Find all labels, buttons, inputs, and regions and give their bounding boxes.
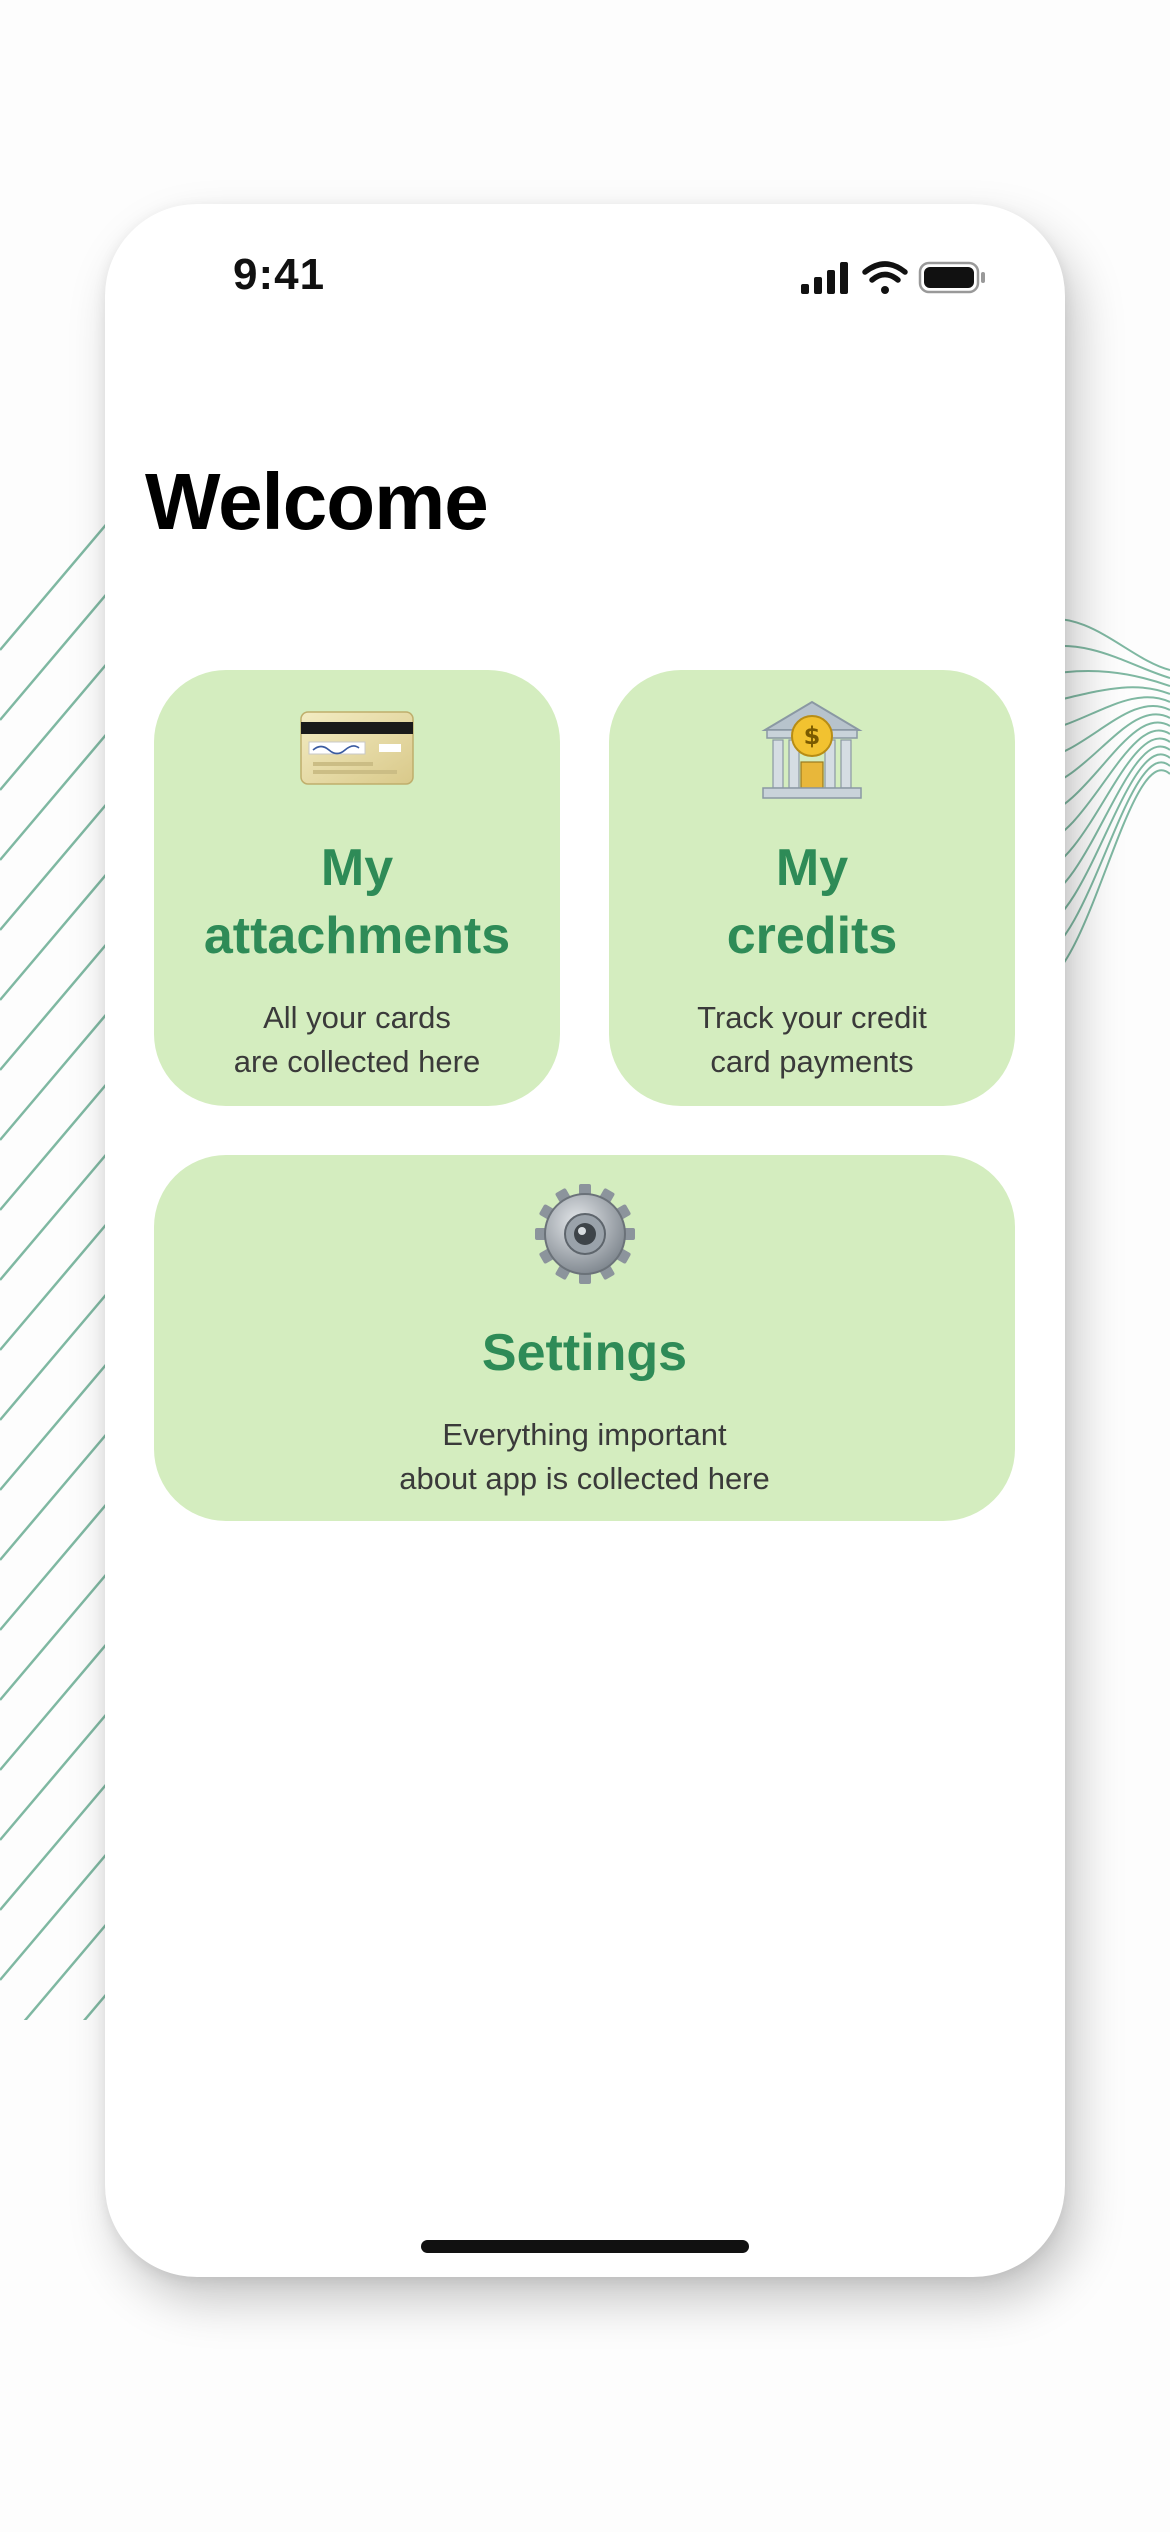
card-title-line: My — [320, 839, 394, 897]
screen-canvas: 9:41 Welcome My attachments All your car… — [0, 0, 1170, 2532]
card-title-line: attachments — [203, 907, 511, 965]
decorative-diagonal-lines — [0, 520, 111, 2020]
status-icons — [801, 261, 985, 294]
card-title: Settings — [154, 1319, 1015, 1387]
decorative-line — [0, 1219, 111, 1351]
page-title: Welcome — [145, 457, 489, 546]
decorative-line — [0, 659, 111, 791]
card-description-line: All your cards — [263, 1000, 451, 1035]
decorative-line — [82, 1989, 111, 2020]
my-credits-card[interactable]: $ My credits Track your credit card paym… — [609, 670, 1015, 1106]
decorative-line — [0, 869, 111, 1001]
decorative-line — [0, 520, 111, 651]
status-bar: 9:41 — [105, 204, 1065, 324]
my-attachments-card[interactable]: My attachments All your cards are collec… — [154, 670, 560, 1106]
decorative-line — [0, 729, 111, 861]
decorative-line — [0, 939, 111, 1071]
card-description-line: card payments — [710, 1044, 914, 1079]
decorative-line — [0, 1009, 111, 1141]
card-title-line: My — [775, 839, 849, 897]
gear-icon — [534, 1184, 635, 1284]
credit-card-icon — [300, 711, 414, 785]
bank-icon: $ — [761, 700, 863, 799]
wifi-icon — [862, 261, 908, 294]
settings-card[interactable]: Settings Everything important about app … — [154, 1155, 1015, 1521]
decorative-line — [0, 1359, 111, 1491]
decorative-line — [0, 1849, 111, 1981]
decorative-line — [0, 799, 111, 931]
card-description-line: Everything important — [442, 1417, 727, 1452]
card-description: All your cards are collected here — [154, 996, 560, 1084]
decorative-line — [23, 1919, 111, 2020]
cellular-signal-icon — [801, 262, 848, 294]
card-title: My credits — [609, 834, 1015, 970]
battery-icon — [918, 261, 985, 294]
status-time: 9:41 — [233, 250, 326, 299]
svg-text:$: $ — [804, 722, 821, 750]
decorative-line — [0, 1079, 111, 1211]
card-title-line: Settings — [481, 1324, 688, 1382]
decorative-line — [0, 1779, 111, 1911]
decorative-line — [0, 589, 111, 721]
card-description: Track your credit card payments — [609, 996, 1015, 1084]
decorative-line — [0, 1639, 111, 1771]
home-indicator[interactable] — [421, 2240, 749, 2253]
decorative-line — [0, 1499, 111, 1631]
decorative-line — [0, 1289, 111, 1421]
decorative-line — [0, 1149, 111, 1281]
card-description: Everything important about app is collec… — [154, 1413, 1015, 1501]
decorative-line — [0, 1429, 111, 1561]
decorative-line — [0, 1709, 111, 1841]
card-title-line: credits — [726, 907, 898, 965]
card-description-line: are collected here — [233, 1044, 481, 1079]
card-description-line: about app is collected here — [399, 1461, 770, 1496]
decorative-line — [0, 1569, 111, 1701]
card-title: My attachments — [154, 834, 560, 970]
phone-screen: 9:41 Welcome My attachments All your car… — [105, 204, 1065, 2277]
card-description-line: Track your credit — [697, 1000, 927, 1035]
